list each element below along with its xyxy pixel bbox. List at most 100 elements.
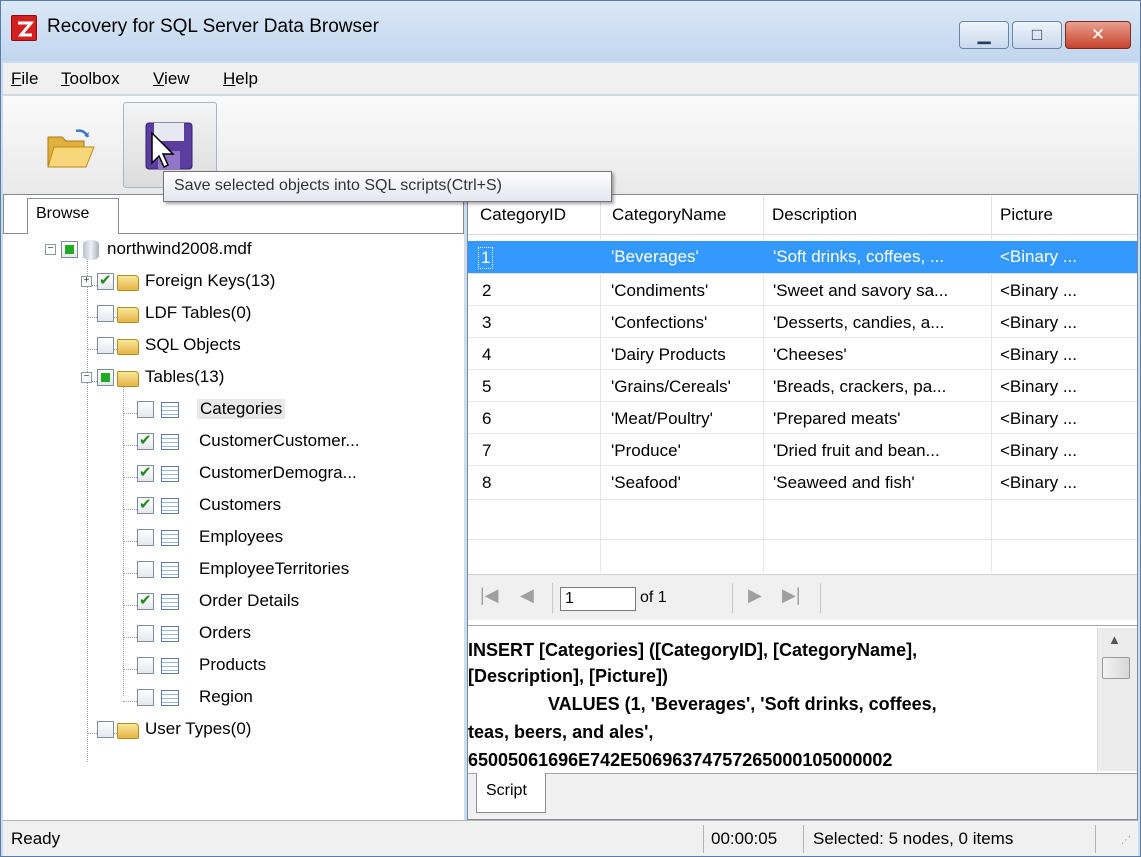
tree-node-table[interactable]: CustomerDemogra...: [3, 458, 463, 490]
table-row[interactable]: 8 'Seafood' 'Seaweed and fish' <Binary .…: [468, 467, 1137, 499]
status-text: Ready: [11, 829, 61, 848]
tree-checkbox[interactable]: [97, 337, 114, 354]
tree-node-tables[interactable]: − Tables(13): [3, 362, 463, 394]
folder-icon: [117, 275, 139, 291]
row-divider: [468, 369, 1137, 370]
tree-checkbox[interactable]: [97, 721, 114, 738]
tree-node-foreign-keys[interactable]: + Foreign Keys(13): [3, 266, 463, 298]
cell: <Binary ...: [1000, 473, 1078, 492]
tree-node-root[interactable]: − northwind2008.mdf: [3, 234, 463, 266]
tree-checkbox[interactable]: [97, 369, 114, 386]
tree-checkbox[interactable]: [137, 463, 154, 482]
database-icon: [83, 240, 99, 260]
tree-checkbox[interactable]: [137, 657, 154, 674]
scrollbar-thumb[interactable]: [1102, 657, 1130, 679]
tree-checkbox[interactable]: [137, 689, 154, 706]
tree-node-user-types[interactable]: User Types(0): [3, 714, 463, 746]
table-row[interactable]: 1 'Beverages' 'Soft drinks, coffees, ...…: [468, 241, 1137, 273]
tree-node-label: Region: [199, 687, 253, 706]
cell: 'Grains/Cereals': [611, 377, 731, 396]
minimize-button[interactable]: ▁: [959, 21, 1009, 49]
script-line: 65005061696E742E506963747572650001050000…: [468, 750, 893, 770]
prev-page-icon[interactable]: ◀: [520, 585, 534, 606]
tree-checkbox[interactable]: [137, 401, 154, 418]
collapse-icon[interactable]: −: [81, 372, 92, 383]
next-page-icon[interactable]: ▶: [748, 585, 762, 606]
folder-icon: [117, 723, 139, 739]
tree-checkbox[interactable]: [137, 495, 154, 514]
cell: 'Breads, crackers, pa...: [773, 377, 947, 396]
tree-node-label: northwind2008.mdf: [107, 239, 252, 258]
first-page-icon[interactable]: |◀: [480, 585, 499, 606]
collapse-icon[interactable]: −: [45, 244, 56, 255]
tree-checkbox[interactable]: [97, 305, 114, 322]
menu-help[interactable]: Help: [223, 69, 258, 89]
last-page-icon[interactable]: ▶|: [782, 585, 801, 606]
script-viewer[interactable]: INSERT [Categories] ([CategoryID], [Cate…: [468, 625, 1137, 773]
table-icon: [161, 466, 179, 482]
column-header[interactable]: CategoryID: [480, 205, 566, 225]
row-divider: [468, 539, 1137, 540]
open-button[interactable]: [37, 102, 131, 188]
tree-node-ldf-tables[interactable]: LDF Tables(0): [3, 298, 463, 330]
tree-node-table[interactable]: Region: [3, 682, 463, 714]
column-header[interactable]: Description: [772, 205, 857, 225]
table-row[interactable]: 6 'Meat/Poultry' 'Prepared meats' <Binar…: [468, 403, 1137, 435]
table-icon: [161, 402, 179, 418]
table-icon: [161, 626, 179, 642]
tree-node-table[interactable]: Categories: [3, 394, 463, 426]
tree-node-table[interactable]: Order Details: [3, 586, 463, 618]
tree-checkbox[interactable]: [97, 271, 114, 290]
menu-view[interactable]: View: [153, 69, 190, 89]
table-row[interactable]: 7 'Produce' 'Dried fruit and bean... <Bi…: [468, 435, 1137, 467]
menu-toolbox[interactable]: Toolbox: [61, 69, 120, 89]
tab-browse[interactable]: Browse: [27, 198, 119, 234]
menu-help-mnemonic: H: [223, 69, 236, 88]
script-scrollbar[interactable]: ▲: [1097, 628, 1137, 771]
tree-checkbox[interactable]: [137, 529, 154, 546]
table-row[interactable]: 5 'Grains/Cereals' 'Breads, crackers, pa…: [468, 371, 1137, 403]
cell: 'Soft drinks, coffees, ...: [773, 247, 945, 266]
tree-checkbox[interactable]: [137, 431, 154, 450]
tree-checkbox[interactable]: [61, 241, 78, 258]
title-bar[interactable]: Recovery for SQL Server Data Browser ▁ □…: [1, 1, 1140, 61]
scroll-up-icon[interactable]: ▲: [1108, 632, 1121, 647]
tree-node-table[interactable]: Customers: [3, 490, 463, 522]
page-number-input[interactable]: 1: [560, 587, 636, 611]
tree-node-table[interactable]: Employees: [3, 522, 463, 554]
pager: |◀ ◀ 1 of 1 ▶ ▶|: [468, 574, 1137, 620]
table-row[interactable]: 4 'Dairy Products 'Cheeses' <Binary ...: [468, 339, 1137, 371]
table-row[interactable]: 3 'Confections' 'Desserts, candies, a...…: [468, 307, 1137, 339]
tree-node-sql-objects[interactable]: SQL Objects: [3, 330, 463, 362]
column-header[interactable]: Picture: [1000, 205, 1053, 225]
script-line: INSERT [Categories] ([CategoryID], [Cate…: [468, 640, 918, 660]
pager-divider: [732, 583, 733, 613]
tree-node-table[interactable]: CustomerCustomer...: [3, 426, 463, 458]
tab-script[interactable]: Script: [476, 773, 546, 813]
table-row[interactable]: 2 'Condiments' 'Sweet and savory sa... <…: [468, 275, 1137, 307]
maximize-button[interactable]: □: [1012, 21, 1062, 49]
close-icon: ✕: [1090, 25, 1106, 44]
object-tree[interactable]: − northwind2008.mdf + Foreign Keys(13) L…: [3, 233, 464, 820]
row-divider: [468, 337, 1137, 338]
cell: <Binary ...: [1000, 247, 1078, 266]
script-line: VALUES (1, 'Beverages', 'Soft drinks, co…: [548, 694, 937, 714]
tree-checkbox[interactable]: [137, 591, 154, 610]
cell: 8: [482, 473, 492, 492]
folder-icon: [117, 307, 139, 323]
column-header[interactable]: CategoryName: [612, 205, 726, 225]
tree-checkbox[interactable]: [137, 561, 154, 578]
tree-node-label: CustomerDemogra...: [199, 463, 357, 482]
cell: 'Desserts, candies, a...: [773, 313, 945, 332]
expand-icon[interactable]: +: [81, 276, 92, 287]
script-tab-strip: Script: [468, 773, 1137, 819]
close-button[interactable]: ✕: [1065, 21, 1131, 49]
tree-node-table[interactable]: EmployeeTerritories: [3, 554, 463, 586]
tree-node-table[interactable]: Orders: [3, 618, 463, 650]
menu-file[interactable]: File: [11, 69, 38, 89]
tree-checkbox[interactable]: [137, 625, 154, 642]
cell: 3: [482, 313, 492, 332]
tree-node-table[interactable]: Products: [3, 650, 463, 682]
menu-file-label: ile: [21, 69, 39, 88]
resize-grip-icon[interactable]: ⋰: [1121, 835, 1131, 846]
